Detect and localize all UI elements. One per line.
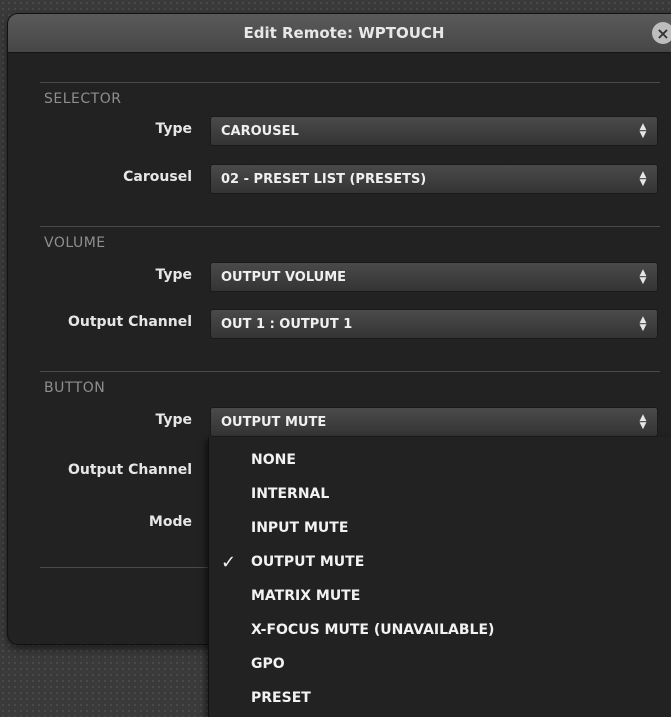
carousel-select[interactable]: 02 - PRESET LIST (PRESETS) ▲ ▼ [210, 164, 658, 194]
selector-type-value: CAROUSEL [221, 123, 299, 139]
menu-item-label: MATRIX MUTE [251, 588, 361, 604]
section-selector-title: SELECTOR [44, 91, 122, 107]
menu-item-input-mute[interactable]: INPUT MUTE [209, 511, 671, 545]
select-arrows-icon: ▲ ▼ [639, 170, 647, 188]
dialog-titlebar: Edit Remote: WPTOUCH × [8, 14, 671, 53]
select-arrows-icon: ▲ ▼ [639, 268, 647, 286]
select-arrows-icon: ▲ ▼ [639, 122, 647, 140]
volume-output-channel-select[interactable]: OUT 1 : OUTPUT 1 ▲ ▼ [210, 309, 658, 339]
carousel-label: Carousel [123, 169, 192, 185]
menu-item-label: INPUT MUTE [251, 520, 349, 536]
menu-item-internal[interactable]: INTERNAL [209, 477, 671, 511]
menu-item-label: NONE [251, 452, 296, 468]
select-arrows-icon: ▲ ▼ [639, 315, 647, 333]
menu-item-matrix-mute[interactable]: MATRIX MUTE [209, 579, 671, 613]
divider [40, 226, 660, 227]
dialog-title: Edit Remote: WPTOUCH [243, 24, 445, 42]
menu-item-none[interactable]: NONE [209, 443, 671, 477]
button-output-channel-label: Output Channel [67, 462, 192, 478]
section-volume-title: VOLUME [44, 235, 106, 251]
button-type-label: Type [155, 412, 192, 428]
button-type-select[interactable]: OUTPUT MUTE ▲ ▼ [210, 407, 658, 437]
menu-item-preset[interactable]: PRESET [209, 681, 671, 715]
menu-item-x-focus-mute[interactable]: X-FOCUS MUTE (UNAVAILABLE) [209, 613, 671, 647]
button-type-dropdown-menu: NONE INTERNAL INPUT MUTE ✓ OUTPUT MUTE M… [208, 437, 671, 717]
selector-type-label: Type [155, 121, 192, 137]
carousel-value: 02 - PRESET LIST (PRESETS) [221, 171, 427, 187]
volume-output-channel-label: Output Channel [67, 314, 192, 330]
volume-type-select[interactable]: OUTPUT VOLUME ▲ ▼ [210, 262, 658, 292]
checkmark-icon: ✓ [221, 551, 237, 573]
menu-item-output-mute[interactable]: ✓ OUTPUT MUTE [209, 545, 671, 579]
volume-type-label: Type [155, 267, 192, 283]
menu-item-label: PRESET [251, 690, 311, 706]
menu-item-label: INTERNAL [251, 486, 330, 502]
volume-type-value: OUTPUT VOLUME [221, 269, 347, 285]
close-icon[interactable]: × [652, 22, 671, 44]
menu-item-label: OUTPUT MUTE [251, 554, 365, 570]
section-button-title: BUTTON [44, 380, 106, 396]
select-arrows-icon: ▲ ▼ [639, 413, 647, 431]
button-type-value: OUTPUT MUTE [221, 414, 327, 430]
divider [40, 82, 660, 83]
menu-item-label: GPO [251, 656, 285, 672]
divider [40, 371, 660, 372]
selector-type-select[interactable]: CAROUSEL ▲ ▼ [210, 116, 658, 146]
menu-item-label: X-FOCUS MUTE (UNAVAILABLE) [251, 622, 495, 638]
button-mode-label: Mode [148, 514, 192, 530]
volume-output-channel-value: OUT 1 : OUTPUT 1 [221, 316, 353, 332]
menu-item-gpo[interactable]: GPO [209, 647, 671, 681]
